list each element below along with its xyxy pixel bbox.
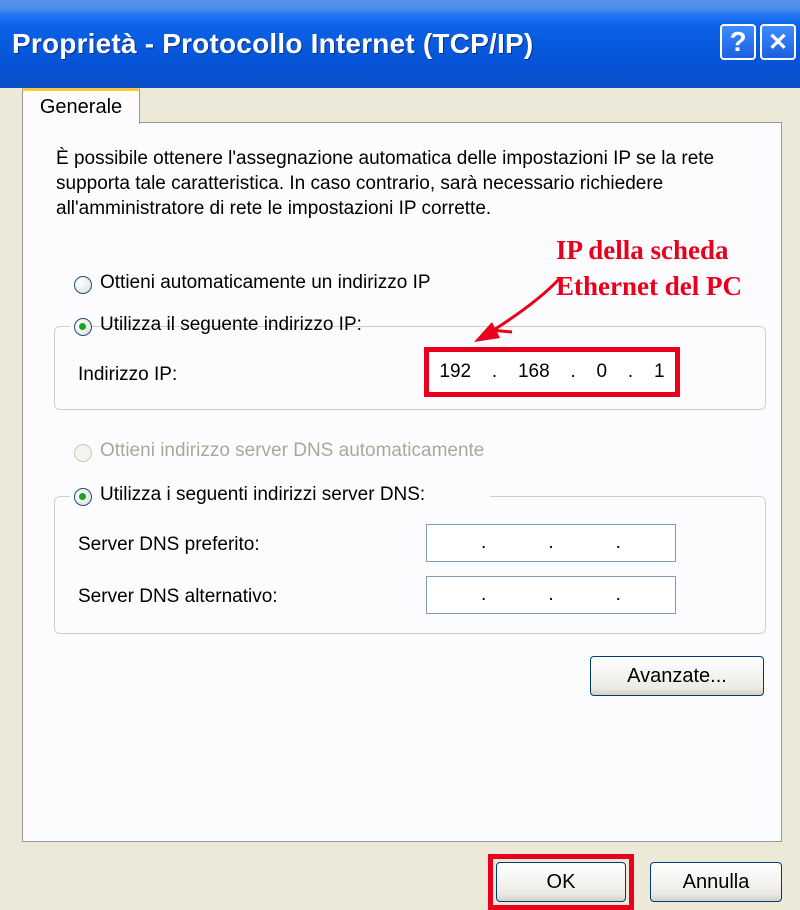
close-icon: ✕	[767, 28, 789, 56]
ip-dot: .	[615, 584, 621, 605]
ip-dot: .	[548, 532, 554, 553]
annotation-line-1: IP della scheda	[556, 235, 729, 265]
ip-octet-3[interactable]: 0	[597, 361, 608, 383]
radio-dns-manual[interactable]	[74, 488, 92, 506]
ip-dot: .	[615, 532, 621, 553]
dns-group-legend: Utilizza i seguenti indirizzi server DNS…	[70, 482, 490, 510]
ip-group-legend: Utilizza il seguente indirizzo IP:	[70, 312, 362, 340]
help-button[interactable]: ?	[720, 24, 756, 60]
ip-dot: .	[481, 532, 487, 553]
ip-dot: .	[627, 361, 634, 382]
dns-alternate-label: Server DNS alternativo:	[78, 586, 278, 607]
dns-preferred-field[interactable]: . . .	[426, 524, 676, 562]
ip-address-label: Indirizzo IP:	[78, 364, 178, 385]
radio-dns-auto	[74, 444, 92, 462]
annotation-line-2: Ethernet del PC	[556, 271, 742, 301]
cancel-button[interactable]: Annulla	[650, 862, 782, 902]
annotation-arrow	[474, 276, 562, 342]
radio-ip-auto-label[interactable]: Ottieni automaticamente un indirizzo IP	[100, 272, 431, 294]
radio-dns-auto-label: Ottieni indirizzo server DNS automaticam…	[100, 440, 485, 461]
window-title: Proprietà - Protocollo Internet (TCP/IP)	[12, 28, 534, 59]
close-button[interactable]: ✕	[760, 24, 796, 60]
radio-ip-manual-label[interactable]: Utilizza il seguente indirizzo IP:	[100, 314, 362, 336]
ip-address-highlight: 192 . 168 . 0 . 1	[424, 347, 680, 397]
ip-octet-4[interactable]: 1	[654, 361, 665, 383]
dns-preferred-label: Server DNS preferito:	[78, 534, 260, 555]
help-icon: ?	[729, 26, 747, 57]
dns-alternate-field[interactable]: . . .	[426, 576, 676, 614]
ip-dot: .	[491, 361, 498, 382]
radio-ip-auto[interactable]	[74, 276, 92, 294]
radio-dns-manual-label[interactable]: Utilizza i seguenti indirizzi server DNS…	[100, 484, 425, 506]
radio-ip-manual[interactable]	[74, 318, 92, 336]
ip-address-field[interactable]: 192 . 168 . 0 . 1	[429, 352, 675, 392]
annotation-text: IP della scheda Ethernet del PC	[556, 232, 742, 304]
ip-dot: .	[481, 584, 487, 605]
advanced-button[interactable]: Avanzate...	[590, 656, 764, 696]
ip-octet-1[interactable]: 192	[439, 361, 471, 383]
title-bar-top-strip	[0, 0, 800, 14]
tab-generale[interactable]: Generale	[22, 88, 140, 124]
description-text: È possibile ottenere l'assegnazione auto…	[56, 148, 715, 219]
ok-button[interactable]: OK	[496, 862, 626, 902]
ip-octet-2[interactable]: 168	[518, 361, 550, 383]
ip-dot: .	[570, 361, 576, 382]
ip-dot: .	[548, 584, 554, 605]
